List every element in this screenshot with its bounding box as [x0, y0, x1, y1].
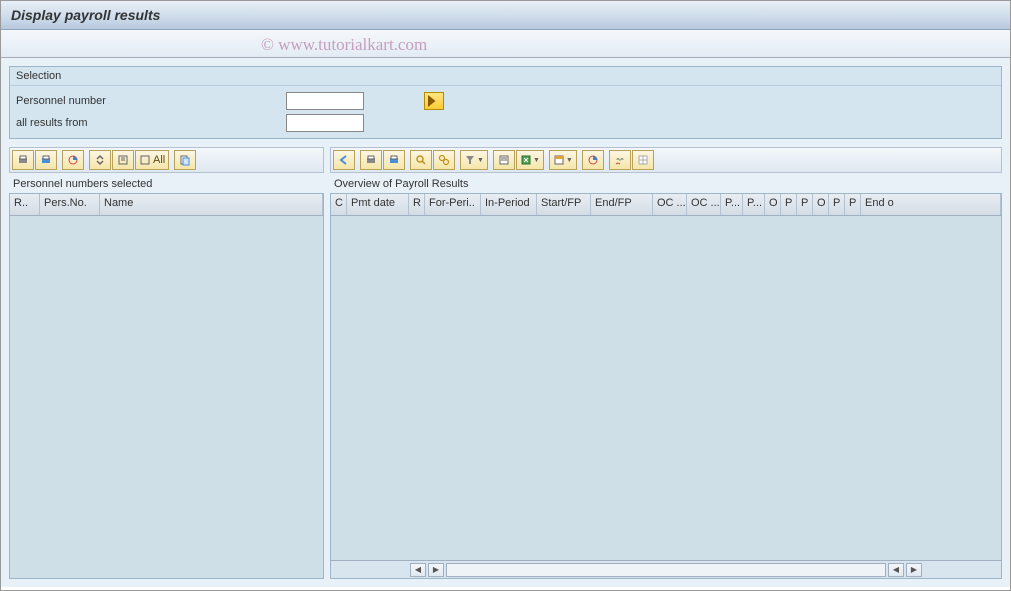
col-o1[interactable]: O	[765, 194, 781, 215]
sort-button[interactable]	[493, 150, 515, 170]
right-panel-title: Overview of Payroll Results	[330, 175, 1002, 193]
right-grid: C Pmt date R For-Peri.. In-Period Start/…	[330, 193, 1002, 579]
scroll-left-button[interactable]: ◀	[410, 563, 426, 577]
col-o2[interactable]: O	[813, 194, 829, 215]
right-grid-scrollbar: ◀ ▶ ◀ ▶	[331, 560, 1001, 578]
left-toolbar: All	[9, 147, 324, 173]
right-toolbar: ▼ ▼ ▼	[330, 147, 1002, 173]
col-oc1[interactable]: OC ...	[653, 194, 687, 215]
col-p3[interactable]: P	[781, 194, 797, 215]
scroll-track[interactable]	[446, 563, 886, 577]
all-results-label: all results from	[16, 117, 286, 129]
all-results-input[interactable]	[286, 114, 364, 132]
personnel-number-input[interactable]	[286, 92, 364, 110]
col-oc2[interactable]: OC ...	[687, 194, 721, 215]
left-grid-body	[10, 216, 323, 578]
back-button[interactable]	[333, 150, 355, 170]
col-persno[interactable]: Pers.No.	[40, 194, 100, 215]
filter-button[interactable]: ▼	[460, 150, 488, 170]
col-p2[interactable]: P...	[743, 194, 765, 215]
left-panel-title: Personnel numbers selected	[9, 175, 324, 193]
expand-button[interactable]	[89, 150, 111, 170]
grid-button[interactable]	[632, 150, 654, 170]
chart-button-r[interactable]	[582, 150, 604, 170]
scroll-right-end-button[interactable]: ▶	[906, 563, 922, 577]
col-forperiod[interactable]: For-Peri..	[425, 194, 481, 215]
all-button[interactable]: All	[135, 150, 169, 170]
app-toolbar	[1, 30, 1010, 58]
print-button-r[interactable]	[360, 150, 382, 170]
export-button-r[interactable]	[383, 150, 405, 170]
scroll-right-button[interactable]: ▶	[428, 563, 444, 577]
col-r[interactable]: R..	[10, 194, 40, 215]
export-button[interactable]	[35, 150, 57, 170]
left-grid: R.. Pers.No. Name	[9, 193, 324, 579]
col-endo[interactable]: End o	[861, 194, 1001, 215]
col-p1[interactable]: P...	[721, 194, 743, 215]
right-grid-body	[331, 216, 1001, 560]
col-pmtdate[interactable]: Pmt date	[347, 194, 409, 215]
chart-button[interactable]	[62, 150, 84, 170]
collapse-button[interactable]	[112, 150, 134, 170]
clipboard-button[interactable]	[174, 150, 196, 170]
col-c[interactable]: C	[331, 194, 347, 215]
link-button[interactable]	[609, 150, 631, 170]
col-p5[interactable]: P	[829, 194, 845, 215]
col-r2[interactable]: R	[409, 194, 425, 215]
selection-group: Selection Personnel number all results f…	[9, 66, 1002, 139]
col-p4[interactable]: P	[797, 194, 813, 215]
layout-button[interactable]: ▼	[549, 150, 577, 170]
find-next-button[interactable]	[433, 150, 455, 170]
value-help-button[interactable]	[424, 92, 444, 110]
personnel-number-label: Personnel number	[16, 95, 286, 107]
page-title: Display payroll results	[1, 1, 1010, 30]
spreadsheet-button[interactable]: ▼	[516, 150, 544, 170]
scroll-left-end-button[interactable]: ◀	[888, 563, 904, 577]
col-startfp[interactable]: Start/FP	[537, 194, 591, 215]
col-name[interactable]: Name	[100, 194, 323, 215]
col-p6[interactable]: P	[845, 194, 861, 215]
all-label: All	[153, 154, 165, 166]
find-button[interactable]	[410, 150, 432, 170]
selection-title: Selection	[10, 67, 1001, 86]
print-button[interactable]	[12, 150, 34, 170]
col-inperiod[interactable]: In-Period	[481, 194, 537, 215]
col-endfp[interactable]: End/FP	[591, 194, 653, 215]
